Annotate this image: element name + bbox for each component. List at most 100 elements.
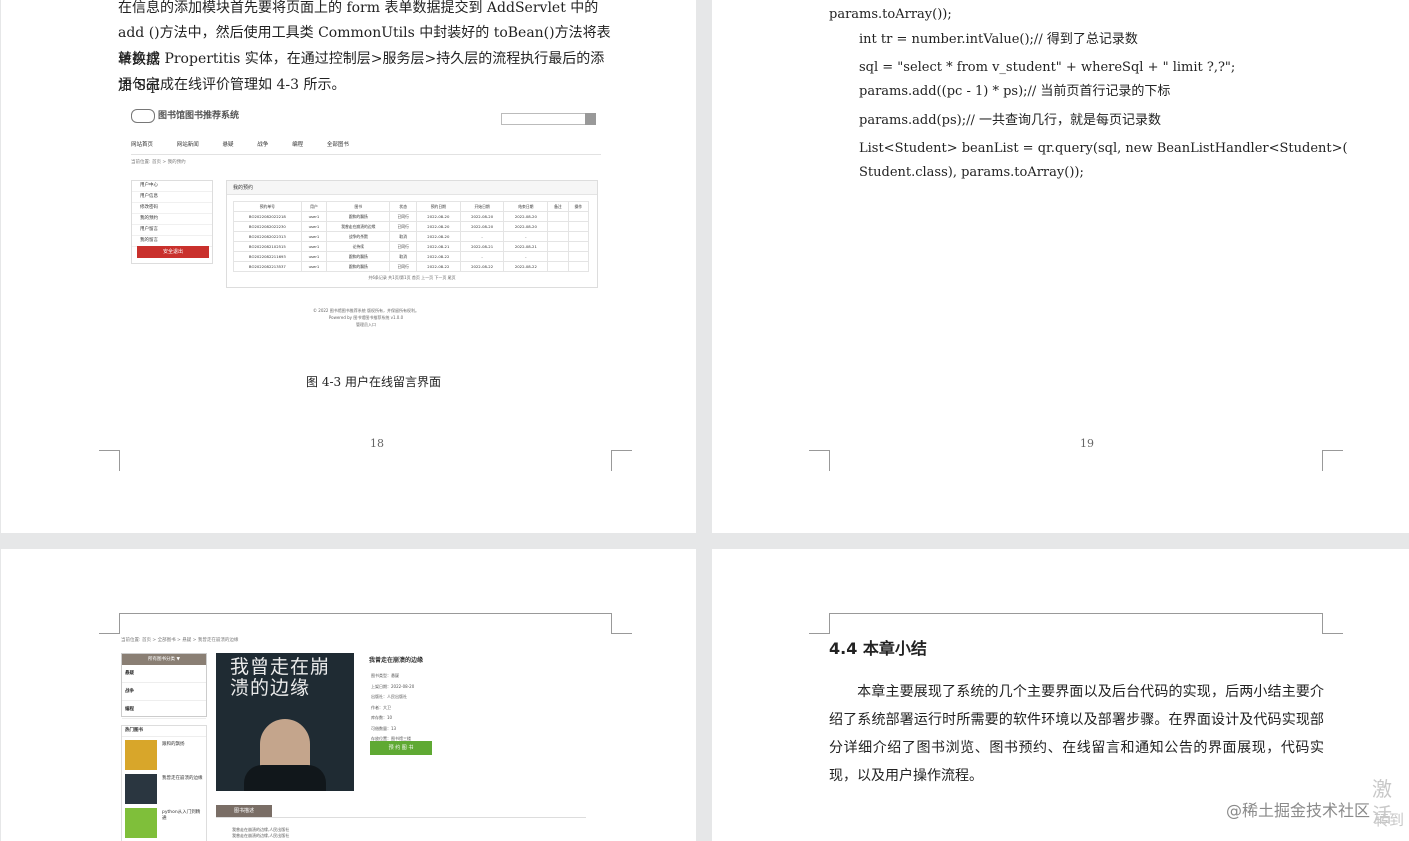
table-cell: 取消 [389,251,417,262]
hot-books-box: 热门图书 跟和的飘扬 我曾走在崩溃的边缘 python从入门到精通 [121,725,207,841]
table-cell: - [503,251,549,262]
hot-book-title: 我曾走在崩溃的边缘 [162,776,203,781]
paragraph-line-4: 语句完成在线评价管理如 4-3 所示。 [118,77,346,93]
section-heading: 4.4 本章小结 [829,639,927,658]
hot-book-item: 跟和的飘扬 [122,737,206,771]
cover-portrait-body [244,765,326,791]
table-cell: 已同行 [389,241,417,252]
book-thumbnail [125,808,157,838]
table-row: BO2022082102515 user1 论持续 已同行 2022-08-21 2022… [233,241,590,252]
table-cell: user1 [300,231,328,242]
table-cell: BO2022082211693 [233,251,302,262]
table-cell: 我曾走在崩溃的边缘 [326,221,391,232]
site-nav: 网站首页 网站新闻 悬疑 战争 编程 全部图书 [131,140,601,155]
crop-mark [1322,450,1343,471]
table-cell: BO2022082213537 [233,261,302,272]
code-line: params.toArray()); [829,7,952,22]
hot-book-title: 跟和的飘扬 [162,742,185,747]
table-cell: 2022-08-20 [503,221,549,232]
book-cover-image: 我曾走在崩溃的边缘 [216,653,354,791]
category-box: 所有图书分类 ▼ 悬疑 战争 编程 [121,653,207,719]
reserve-book-button: 预 约 图 书 [370,741,432,755]
site-search-input [501,113,587,125]
panel-title: 我的预约 [227,181,597,195]
summary-paragraph: 本章主要展现了系统的几个主要界面以及后台代码的实现，后两小结主要介绍了系统部署运… [829,678,1324,790]
table-header-cell: 操作 [567,201,590,212]
meta-line: 上架日期：2022-08-20 [371,683,415,689]
book-thumbnail [125,774,157,804]
table-cell: 2022-08-22 [415,261,461,272]
header-rule [119,613,611,614]
table-cell [547,261,569,272]
document-page-18: 在信息的添加模块首先要将页面上的 form 表单数据提交到 AddServlet… [1,0,696,533]
book-title: 我曾走在崩溃的边缘 [369,657,424,664]
description-tab: 图书描述 [216,805,272,817]
table-cell [567,221,590,232]
nav-item: 网站新闻 [176,142,199,148]
site-logo: 图书馆图书推荐系统 [131,108,239,123]
table-cell: 2022-08-20 [503,211,549,222]
table-cell: 论持续 [326,241,391,252]
document-page-19: params.toArray()); int tr = number.intVa… [712,0,1409,533]
nav-item: 全部图书 [326,142,349,148]
hot-books-header: 热门图书 [122,726,206,737]
sidebar-item: 修改密码 [132,203,212,214]
table-cell: 2022-08-21 [459,241,505,252]
breadcrumb: 当前位置: 首页 > 全部图书 > 悬疑 > 我曾走在崩溃的边缘 [121,638,239,643]
table-cell: user1 [300,211,328,222]
table-cell: - [459,231,505,242]
category-item: 编程 [122,701,206,719]
logout-button: 安全退出 [137,246,209,258]
table-cell [547,221,569,232]
table-cell: user1 [300,241,328,252]
table-cell: 2022-08-21 [415,241,461,252]
meta-line: 出版社：人民出版社 [371,694,407,699]
table-row: BO2022082213537 user1 跟和的飘扬 已同行 2022-08-22 20… [233,261,590,272]
table-cell: 2022-08-22 [503,261,549,272]
site-logo-text: 图书馆图书推荐系统 [158,111,240,121]
code-line: Student.class), params.toArray()); [859,165,1084,180]
table-cell: 取消 [389,231,417,242]
site-watermark: @稀土掘金技术社区 [1226,801,1371,820]
book-thumbnail [125,740,157,770]
logo-icon [131,108,155,123]
footer-line: Powered by 图书馆图书推荐系统 v1.0.0 [328,315,404,320]
table-row: BO2022082022313 user1 战争的杀戮 取消 2022-08-20- - [233,231,590,242]
nav-item: 网站首页 [131,142,154,148]
table-cell: 战争的杀戮 [326,231,391,242]
table-header-cell: 预约日期 [415,201,461,212]
table-cell: BO2022082102515 [233,241,302,252]
description-text: 我曾走在崩溃的边缘,人民出版社 我曾走在崩溃的边缘,人民出版社 [232,827,289,839]
footer-line: 管理员入口 [356,322,376,327]
reservation-panel: 我的预约 预约单号 用户 图书 状态 预约日期 开始日期 结束日期 备注 操作 BO202208… [226,180,598,288]
code-line: List<Student> beanList = qr.query(sql, n… [859,141,1348,156]
nav-item: 悬疑 [222,142,234,148]
table-cell: 2022-08-22 [459,261,505,272]
activate-windows-subtext: 转到 [1374,811,1405,829]
embedded-screenshot-book-detail: 当前位置: 首页 > 全部图书 > 悬疑 > 我曾走在崩溃的边缘 所有图书分类 … [121,637,591,841]
code-line: params.add(ps);// 一共查询几行，就是每页记录数 [859,113,1161,128]
nav-item: 战争 [257,142,269,148]
table-cell: user1 [300,221,328,232]
table-cell: 2022-08-20 [459,211,505,222]
table-cell: user1 [300,251,328,262]
crop-mark [809,450,830,471]
table-cell: 已同行 [389,211,417,222]
header-rule [829,613,1322,614]
table-cell: 2022-08-20 [415,211,461,222]
sidebar-item: 我的预约 [132,214,212,225]
table-cell: 跟和的飘扬 [326,251,391,262]
table-cell: 2022-08-20 [459,221,505,232]
code-line: params.add((pc - 1) * ps);// 当前页首行记录的下标 [859,84,1171,99]
embedded-screenshot-reservations: 图书馆图书推荐系统 网站首页 网站新闻 悬疑 战争 编程 全部图书 当前位置: … [121,100,611,368]
meta-line: 作者：大卫 [371,704,391,710]
code-line: int tr = number.intValue();// 得到了总记录数 [859,32,1138,47]
meta-line: 库存数：10 [371,715,393,720]
table-row: BO2022082211693 user1 跟和的飘扬 取消 2022-08-22- - [233,251,590,262]
category-header: 所有图书分类 ▼ [122,654,206,665]
page-number: 19 [1080,437,1094,450]
table-cell: 跟和的飘扬 [326,211,391,222]
table-header-cell: 预约单号 [233,201,302,212]
meta-line: 图书类型：悬疑 [371,673,399,678]
paragraph-line-1: 在信息的添加模块首先要将页面上的 form 表单数据提交到 AddServlet… [118,0,599,16]
